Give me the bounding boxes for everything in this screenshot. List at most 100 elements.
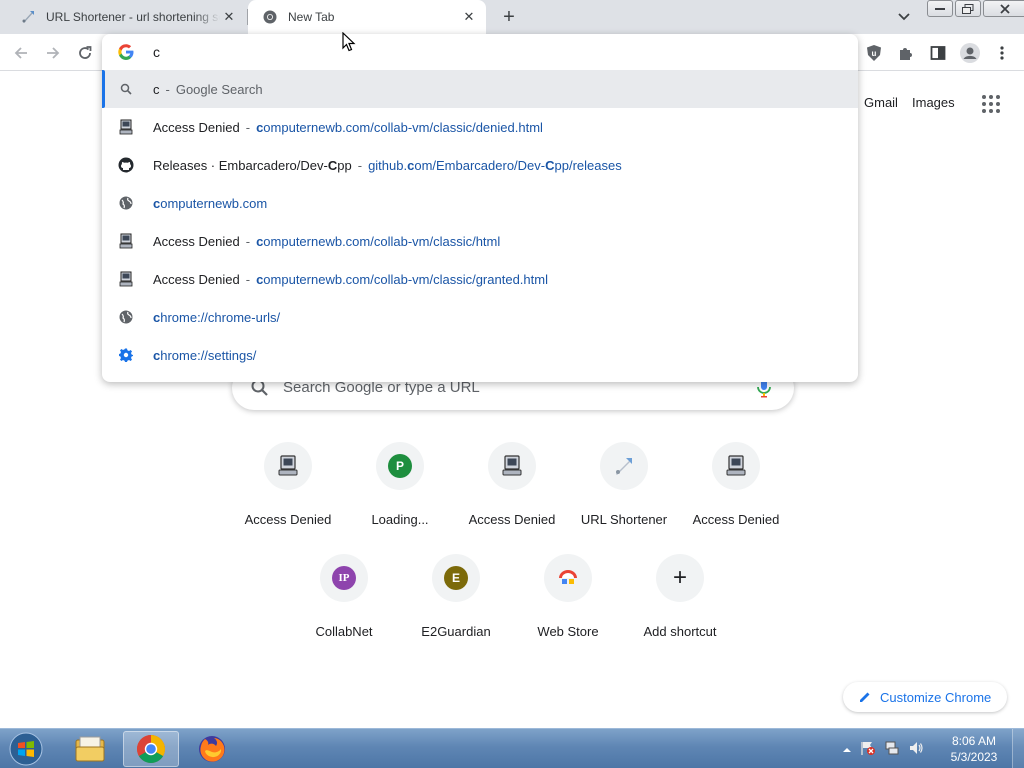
tab-search-chevron-icon[interactable] <box>893 6 915 28</box>
shortcut-tile[interactable]: Access Denied <box>680 442 792 554</box>
shortcut-icon-circle <box>264 442 312 490</box>
computer-icon <box>118 119 134 135</box>
shortcut-label: Access Denied <box>692 512 780 527</box>
suggestion-item[interactable]: c - Google Search <box>102 70 858 108</box>
firefox-icon <box>199 736 225 762</box>
reload-icon <box>79 46 92 59</box>
suggestion-separator: - <box>165 81 170 97</box>
minimize-button[interactable] <box>927 0 953 17</box>
tab-url-shortener[interactable]: URL Shortener - url shortening se ✕ <box>6 0 246 34</box>
reload-button[interactable] <box>72 40 98 66</box>
tab-strip: URL Shortener - url shortening se ✕ New … <box>0 0 1024 34</box>
shortcut-label: Access Denied <box>244 512 332 527</box>
suggestion-item[interactable]: Access Denied - computernewb.com/collab-… <box>102 108 858 146</box>
letter-avatar-icon: IP <box>332 566 356 590</box>
taskbar-chrome-button[interactable] <box>123 731 179 767</box>
suggestion-separator: - <box>245 233 251 249</box>
close-window-button[interactable] <box>983 0 1024 17</box>
system-tray <box>842 729 924 768</box>
extensions-puzzle-icon[interactable] <box>894 41 918 65</box>
pencil-icon <box>860 692 870 702</box>
suggestion-item[interactable]: chrome://chrome-urls/ <box>102 298 858 336</box>
taskbar-clock[interactable]: 8:06 AM 5/3/2023 <box>944 733 1004 765</box>
add-shortcut-button[interactable]: + Add shortcut <box>624 554 736 666</box>
suggestion-url: chrome://settings/ <box>153 347 257 363</box>
shortcut-tile[interactable]: URL Shortener <box>568 442 680 554</box>
chrome-menu-icon[interactable] <box>990 41 1014 65</box>
suggestion-item[interactable]: Access Denied - computernewb.com/collab-… <box>102 260 858 298</box>
shortcut-tile[interactable]: Access Denied <box>456 442 568 554</box>
suggestion-item[interactable]: Access Denied - computernewb.com/collab-… <box>102 222 858 260</box>
github-icon <box>118 157 134 173</box>
suggestion-title: Access Denied <box>153 271 240 287</box>
tab-close-icon[interactable]: ✕ <box>460 8 478 26</box>
omnibox-dropdown: c c - Google Search Access Denied - comp… <box>102 34 858 382</box>
profile-avatar-icon[interactable] <box>958 41 982 65</box>
suggestion-title: Access Denied <box>153 119 240 135</box>
clock-time: 8:06 AM <box>951 734 997 748</box>
show-desktop-button[interactable] <box>1012 729 1024 768</box>
new-tab-button[interactable]: + <box>497 5 521 29</box>
action-center-flag-icon[interactable] <box>860 740 876 759</box>
window-controls <box>927 0 1024 17</box>
shortcut-tile[interactable]: IP CollabNet <box>288 554 400 666</box>
suggestion-list: c - Google Search Access Denied - comput… <box>102 70 858 374</box>
shortcut-label: Access Denied <box>468 512 556 527</box>
volume-icon[interactable] <box>908 740 924 759</box>
clock-date: 5/3/2023 <box>950 750 998 764</box>
shortcut-icon-circle: E <box>432 554 480 602</box>
shortcut-tile[interactable]: Web Store <box>512 554 624 666</box>
taskbar-explorer-button[interactable] <box>62 731 118 767</box>
suggestion-item[interactable]: Releases · Embarcadero/Dev-Cpp - github.… <box>102 146 858 184</box>
computer-icon <box>118 233 134 249</box>
show-hidden-icons-icon[interactable] <box>842 742 852 757</box>
suggestion-url: github.com/Embarcadero/Dev-Cpp/releases <box>368 157 622 173</box>
suggestion-item[interactable]: chrome://settings/ <box>102 336 858 374</box>
google-apps-icon[interactable] <box>979 92 1001 114</box>
shortcut-label: URL Shortener <box>580 512 668 527</box>
windows-taskbar: 8:06 AM 5/3/2023 <box>0 728 1024 768</box>
plus-icon: + <box>672 564 687 591</box>
forward-button[interactable] <box>40 40 66 66</box>
suggestion-url: chrome://chrome-urls/ <box>153 309 281 325</box>
letter-avatar-icon: E <box>444 566 468 590</box>
customize-chrome-button[interactable]: Customize Chrome <box>843 682 1007 712</box>
shortcut-icon-circle: IP <box>320 554 368 602</box>
suggestion-title: Access Denied <box>153 233 240 249</box>
tab-new-tab[interactable]: New Tab ✕ <box>248 0 486 34</box>
globe-icon <box>118 309 134 325</box>
google-g-icon <box>118 44 134 60</box>
network-icon[interactable] <box>884 740 900 759</box>
address-input[interactable]: c <box>153 44 160 60</box>
rocket-icon <box>616 458 632 475</box>
windows-start-icon <box>9 732 43 766</box>
tab-close-icon[interactable]: ✕ <box>220 8 238 26</box>
side-panel-icon[interactable] <box>926 41 950 65</box>
globe-icon <box>118 195 134 211</box>
address-bar[interactable]: c <box>102 34 858 70</box>
customize-chrome-label: Customize Chrome <box>880 689 992 705</box>
tab-title: URL Shortener - url shortening se <box>46 10 220 24</box>
shortcut-tile[interactable]: Access Denied <box>232 442 344 554</box>
chrome-icon <box>262 9 278 25</box>
start-button[interactable] <box>6 730 46 768</box>
shortcut-tile[interactable]: E E2Guardian <box>400 554 512 666</box>
rocket-icon <box>20 9 36 25</box>
shortcut-label: Add shortcut <box>643 624 717 639</box>
taskbar-firefox-button[interactable] <box>184 731 240 767</box>
back-button[interactable] <box>8 40 34 66</box>
images-link[interactable]: Images <box>912 95 955 110</box>
shortcut-icon-circle: + <box>656 554 704 602</box>
suggestion-item[interactable]: computernewb.com <box>102 184 858 222</box>
suggestion-url: computernewb.com/collab-vm/classic/denie… <box>256 119 543 135</box>
shortcut-icon-circle <box>488 442 536 490</box>
shortcut-tile[interactable]: P Loading... <box>344 442 456 554</box>
gmail-link[interactable]: Gmail <box>864 95 898 110</box>
suggestion-title: c <box>153 81 160 97</box>
shortcut-icon-circle <box>712 442 760 490</box>
gear-icon <box>118 347 134 363</box>
suggestion-separator: - <box>245 271 251 287</box>
restore-button[interactable] <box>955 0 981 17</box>
shield-extension-icon[interactable]: u <box>862 41 886 65</box>
webstore-icon <box>559 570 577 586</box>
